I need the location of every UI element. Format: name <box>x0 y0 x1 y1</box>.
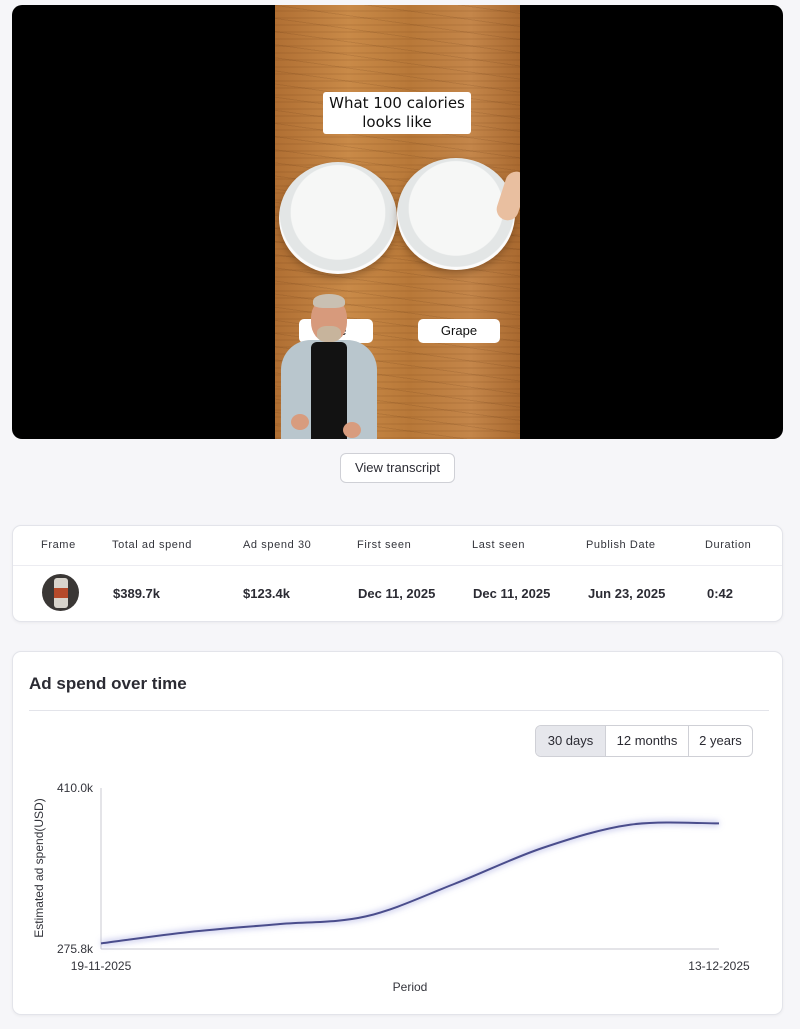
y-tick-max: 410.0k <box>57 781 94 795</box>
x-tick-start: 19-11-2025 <box>71 959 132 973</box>
header-duration: Duration <box>705 539 752 551</box>
header-last-seen: Last seen <box>472 539 526 551</box>
ad-spend-30-value: $123.4k <box>243 586 290 601</box>
y-tick-min: 275.8k <box>57 942 94 956</box>
presenter <box>275 292 385 439</box>
video-frame: What 100 calories looks like ese Grape <box>275 5 520 439</box>
caption-line-2: looks like <box>362 113 432 131</box>
bowl-left <box>279 162 397 274</box>
total-ad-spend-value: $389.7k <box>113 586 160 601</box>
series-line <box>100 821 720 945</box>
first-seen-value: Dec 11, 2025 <box>358 586 436 601</box>
caption-line-1: What 100 calories <box>329 94 465 112</box>
last-seen-value: Dec 11, 2025 <box>473 586 551 601</box>
header-publish-date: Publish Date <box>586 539 656 551</box>
view-transcript-button[interactable]: View transcript <box>340 453 455 483</box>
header-total-ad-spend: Total ad spend <box>112 539 192 551</box>
header-first-seen: First seen <box>357 539 412 551</box>
ad-stats-table: Frame Total ad spend Ad spend 30 First s… <box>12 525 783 622</box>
x-axis-label: Period <box>393 980 428 994</box>
y-axis-label: Estimated ad spend(USD) <box>32 798 46 937</box>
series-line-glow <box>100 819 720 947</box>
frame-thumbnail[interactable] <box>42 574 79 611</box>
ad-spend-chart-card: Ad spend over time 30 days 12 months 2 y… <box>12 651 783 1015</box>
table-header: Frame Total ad spend Ad spend 30 First s… <box>13 526 782 566</box>
food-label-right: Grape <box>418 319 500 343</box>
ad-spend-line-chart: 410.0k 275.8k 19-11-2025 13-12-2025 Peri… <box>32 781 750 994</box>
publish-date-value: Jun 23, 2025 <box>588 586 666 601</box>
video-player[interactable]: What 100 calories looks like ese Grape <box>12 5 783 439</box>
header-frame: Frame <box>41 539 76 551</box>
duration-value: 0:42 <box>707 586 734 601</box>
video-caption: What 100 calories looks like <box>323 92 471 134</box>
x-tick-end: 13-12-2025 <box>688 959 750 973</box>
header-ad-spend-30: Ad spend 30 <box>243 539 312 551</box>
